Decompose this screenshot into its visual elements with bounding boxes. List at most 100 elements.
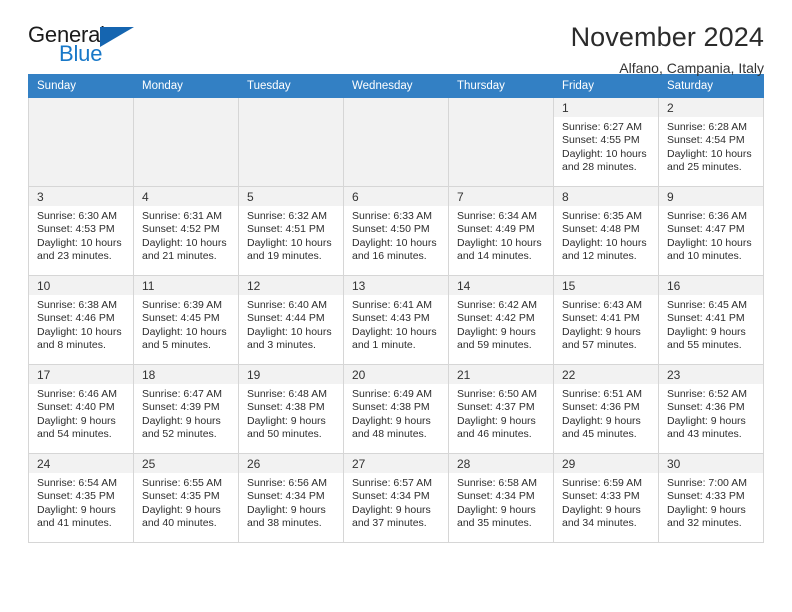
calendar-day-cell[interactable]: 2 Sunrise: 6:28 AM Sunset: 4:54 PM Daylight… <box>658 97 764 187</box>
day-cell-inner: 2 Sunrise: 6:28 AM Sunset: 4:54 PM Daylight… <box>659 98 763 186</box>
calendar-day-cell[interactable]: 18 Sunrise: 6:47 AM Sunset: 4:39 PM Dayligh… <box>133 364 239 454</box>
day-number: 20 <box>344 365 448 384</box>
sunrise-time: Sunrise: 6:42 AM <box>457 299 537 311</box>
sunset-time: Sunset: 4:46 PM <box>37 312 115 325</box>
day-details: Sunrise: 6:42 AM Sunset: 4:42 PM Daylight:… <box>449 295 553 353</box>
daylight-duration: Daylight: 10 hours and 5 minutes. <box>142 325 227 352</box>
daylight-duration: Daylight: 10 hours and 3 minutes. <box>247 325 332 352</box>
calendar-day-cell[interactable]: 20 Sunrise: 6:49 AM Sunset: 4:38 PM Dayligh… <box>343 364 449 454</box>
sunrise-time: Sunrise: 6:48 AM <box>247 388 327 400</box>
daylight-duration: Daylight: 10 hours and 16 minutes. <box>352 236 437 263</box>
day-number: 15 <box>554 276 658 295</box>
day-cell-inner: 23 Sunrise: 6:52 AM Sunset: 4:36 PM Dayligh… <box>659 365 763 453</box>
calendar-day-cell[interactable]: 12 Sunrise: 6:40 AM Sunset: 4:44 PM Dayligh… <box>238 275 344 365</box>
day-cell-inner: 25 Sunrise: 6:55 AM Sunset: 4:35 PM Dayligh… <box>134 454 238 542</box>
day-cell-inner: 6 Sunrise: 6:33 AM Sunset: 4:50 PM Daylight… <box>344 187 448 275</box>
day-cell-inner: 19 Sunrise: 6:48 AM Sunset: 4:38 PM Dayligh… <box>239 365 343 453</box>
calendar-cell-empty <box>133 97 239 187</box>
day-number: 18 <box>134 365 238 384</box>
sunset-time: Sunset: 4:34 PM <box>457 490 535 503</box>
calendar-day-cell[interactable]: 6 Sunrise: 6:33 AM Sunset: 4:50 PM Daylight… <box>343 186 449 276</box>
day-number: 26 <box>239 454 343 473</box>
page-header: General Blue November 2024 Alfano, Campa… <box>28 0 764 76</box>
day-number: 1 <box>554 98 658 117</box>
calendar-day-cell[interactable]: 16 Sunrise: 6:45 AM Sunset: 4:41 PM Dayligh… <box>658 275 764 365</box>
sunrise-time: Sunrise: 6:33 AM <box>352 210 432 222</box>
day-number: 11 <box>134 276 238 295</box>
calendar-day-cell[interactable]: 17 Sunrise: 6:46 AM Sunset: 4:40 PM Dayligh… <box>28 364 134 454</box>
sunset-time: Sunset: 4:36 PM <box>562 401 640 414</box>
day-cell-inner: 9 Sunrise: 6:36 AM Sunset: 4:47 PM Daylight… <box>659 187 763 275</box>
daylight-duration: Daylight: 9 hours and 57 minutes. <box>562 325 641 352</box>
logo-text-blue: Blue <box>59 41 103 66</box>
sunset-time: Sunset: 4:41 PM <box>562 312 640 325</box>
sunset-time: Sunset: 4:38 PM <box>247 401 325 414</box>
calendar-day-cell[interactable]: 9 Sunrise: 6:36 AM Sunset: 4:47 PM Daylight… <box>658 186 764 276</box>
weekday-header-wednesday: Wednesday <box>343 74 449 98</box>
day-cell-inner: 14 Sunrise: 6:42 AM Sunset: 4:42 PM Dayligh… <box>449 276 553 364</box>
day-cell-inner: 8 Sunrise: 6:35 AM Sunset: 4:48 PM Daylight… <box>554 187 658 275</box>
sunset-time: Sunset: 4:49 PM <box>457 223 535 236</box>
day-details: Sunrise: 6:46 AM Sunset: 4:40 PM Daylight:… <box>29 384 133 442</box>
day-details: Sunrise: 6:52 AM Sunset: 4:36 PM Daylight:… <box>659 384 763 442</box>
calendar-day-cell[interactable]: 10 Sunrise: 6:38 AM Sunset: 4:46 PM Dayligh… <box>28 275 134 365</box>
calendar-day-cell[interactable]: 11 Sunrise: 6:39 AM Sunset: 4:45 PM Dayligh… <box>133 275 239 365</box>
calendar-day-cell[interactable]: 30 Sunrise: 7:00 AM Sunset: 4:33 PM Dayligh… <box>658 453 764 543</box>
sunset-time: Sunset: 4:35 PM <box>142 490 220 503</box>
calendar-day-cell[interactable]: 26 Sunrise: 6:56 AM Sunset: 4:34 PM Dayligh… <box>238 453 344 543</box>
calendar-day-cell[interactable]: 21 Sunrise: 6:50 AM Sunset: 4:37 PM Dayligh… <box>448 364 554 454</box>
calendar-day-cell[interactable]: 14 Sunrise: 6:42 AM Sunset: 4:42 PM Dayligh… <box>448 275 554 365</box>
day-cell-inner: 18 Sunrise: 6:47 AM Sunset: 4:39 PM Dayligh… <box>134 365 238 453</box>
sunset-time: Sunset: 4:40 PM <box>37 401 115 414</box>
calendar-day-cell[interactable]: 15 Sunrise: 6:43 AM Sunset: 4:41 PM Dayligh… <box>553 275 659 365</box>
calendar-day-cell[interactable]: 29 Sunrise: 6:59 AM Sunset: 4:33 PM Dayligh… <box>553 453 659 543</box>
day-cell-inner: 12 Sunrise: 6:40 AM Sunset: 4:44 PM Dayligh… <box>239 276 343 364</box>
daylight-duration: Daylight: 9 hours and 45 minutes. <box>562 414 641 441</box>
calendar-day-cell[interactable]: 3 Sunrise: 6:30 AM Sunset: 4:53 PM Daylight… <box>28 186 134 276</box>
daylight-duration: Daylight: 9 hours and 52 minutes. <box>142 414 221 441</box>
calendar-day-cell[interactable]: 25 Sunrise: 6:55 AM Sunset: 4:35 PM Dayligh… <box>133 453 239 543</box>
calendar-day-cell[interactable]: 1 Sunrise: 6:27 AM Sunset: 4:55 PM Daylight… <box>553 97 659 187</box>
day-cell-inner: 4 Sunrise: 6:31 AM Sunset: 4:52 PM Daylight… <box>134 187 238 275</box>
day-number: 27 <box>344 454 448 473</box>
day-number: 23 <box>659 365 763 384</box>
sunset-time: Sunset: 4:42 PM <box>457 312 535 325</box>
sunset-time: Sunset: 4:35 PM <box>37 490 115 503</box>
sunrise-time: Sunrise: 6:32 AM <box>247 210 327 222</box>
weekday-header-saturday: Saturday <box>658 74 764 98</box>
calendar-day-cell[interactable]: 19 Sunrise: 6:48 AM Sunset: 4:38 PM Dayligh… <box>238 364 344 454</box>
sunrise-time: Sunrise: 6:43 AM <box>562 299 642 311</box>
day-cell-inner: 28 Sunrise: 6:58 AM Sunset: 4:34 PM Dayligh… <box>449 454 553 542</box>
calendar-day-cell[interactable]: 7 Sunrise: 6:34 AM Sunset: 4:49 PM Daylight… <box>448 186 554 276</box>
day-cell-inner: 3 Sunrise: 6:30 AM Sunset: 4:53 PM Daylight… <box>29 187 133 275</box>
calendar-day-cell[interactable]: 23 Sunrise: 6:52 AM Sunset: 4:36 PM Dayligh… <box>658 364 764 454</box>
daylight-duration: Daylight: 9 hours and 32 minutes. <box>667 503 746 530</box>
calendar-day-cell[interactable]: 22 Sunrise: 6:51 AM Sunset: 4:36 PM Dayligh… <box>553 364 659 454</box>
logo-triangle-icon <box>100 27 134 47</box>
weekday-header-friday: Friday <box>553 74 659 98</box>
calendar-day-cell[interactable]: 13 Sunrise: 6:41 AM Sunset: 4:43 PM Dayligh… <box>343 275 449 365</box>
general-blue-logo[interactable]: General Blue <box>28 22 138 68</box>
day-number: 5 <box>239 187 343 206</box>
daylight-duration: Daylight: 9 hours and 55 minutes. <box>667 325 746 352</box>
sunset-time: Sunset: 4:51 PM <box>247 223 325 236</box>
calendar-day-cell[interactable]: 5 Sunrise: 6:32 AM Sunset: 4:51 PM Daylight… <box>238 186 344 276</box>
day-details: Sunrise: 6:31 AM Sunset: 4:52 PM Daylight:… <box>134 206 238 264</box>
day-cell-inner: 26 Sunrise: 6:56 AM Sunset: 4:34 PM Dayligh… <box>239 454 343 542</box>
calendar-day-cell[interactable]: 4 Sunrise: 6:31 AM Sunset: 4:52 PM Daylight… <box>133 186 239 276</box>
calendar-day-cell[interactable]: 24 Sunrise: 6:54 AM Sunset: 4:35 PM Dayligh… <box>28 453 134 543</box>
day-details: Sunrise: 6:56 AM Sunset: 4:34 PM Daylight:… <box>239 473 343 531</box>
day-cell-inner: 11 Sunrise: 6:39 AM Sunset: 4:45 PM Dayligh… <box>134 276 238 364</box>
daylight-duration: Daylight: 10 hours and 1 minute. <box>352 325 437 352</box>
day-number: 21 <box>449 365 553 384</box>
day-cell-inner: 27 Sunrise: 6:57 AM Sunset: 4:34 PM Dayligh… <box>344 454 448 542</box>
calendar-day-cell[interactable]: 27 Sunrise: 6:57 AM Sunset: 4:34 PM Dayligh… <box>343 453 449 543</box>
day-cell-inner: 7 Sunrise: 6:34 AM Sunset: 4:49 PM Daylight… <box>449 187 553 275</box>
day-details: Sunrise: 6:57 AM Sunset: 4:34 PM Daylight:… <box>344 473 448 531</box>
day-cell-inner: 5 Sunrise: 6:32 AM Sunset: 4:51 PM Daylight… <box>239 187 343 275</box>
daylight-duration: Daylight: 9 hours and 37 minutes. <box>352 503 431 530</box>
calendar-day-cell[interactable]: 8 Sunrise: 6:35 AM Sunset: 4:48 PM Daylight… <box>553 186 659 276</box>
sunrise-time: Sunrise: 6:38 AM <box>37 299 117 311</box>
calendar-day-cell[interactable]: 28 Sunrise: 6:58 AM Sunset: 4:34 PM Dayligh… <box>448 453 554 543</box>
sunrise-time: Sunrise: 6:27 AM <box>562 121 642 133</box>
